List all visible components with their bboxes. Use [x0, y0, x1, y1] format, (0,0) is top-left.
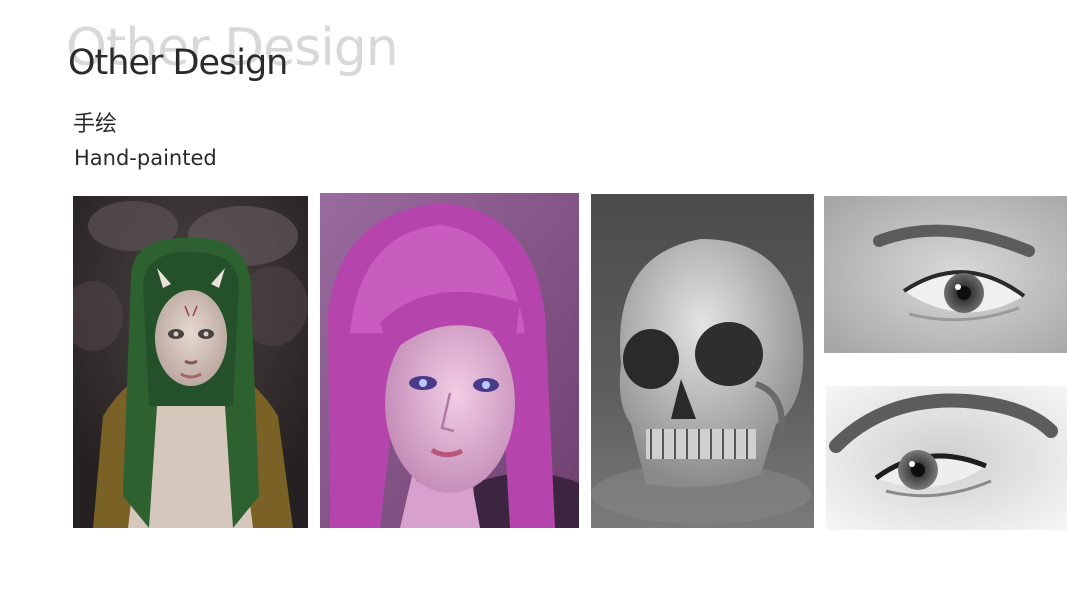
painting-pink-hair-girl-image [320, 193, 579, 528]
subtitle-english: Hand-painted [74, 146, 217, 170]
painting-eye-study-side[interactable] [826, 386, 1067, 530]
subtitle-chinese: 手绘 [73, 112, 118, 137]
painting-girl-with-horns[interactable] [73, 196, 308, 528]
painting-eye-study-open-image [824, 196, 1067, 353]
painting-eye-study-open[interactable] [824, 196, 1067, 353]
page-title: Other Design [68, 43, 288, 83]
painting-skull[interactable] [591, 194, 814, 528]
painting-skull-image [591, 194, 814, 528]
painting-pink-hair-girl[interactable] [320, 193, 579, 528]
painting-girl-with-horns-image [73, 196, 308, 528]
painting-eye-study-side-image [826, 386, 1067, 530]
